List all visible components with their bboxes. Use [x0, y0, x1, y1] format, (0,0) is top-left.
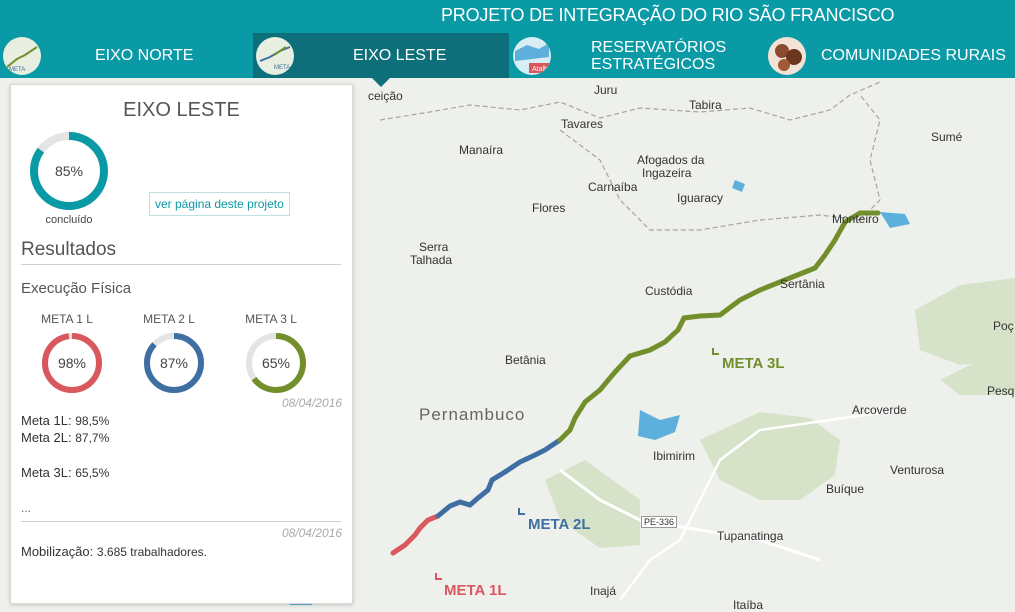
map-label-carnaiba: Carnaíba: [588, 180, 638, 194]
map-label-tavares: Tavares: [561, 117, 604, 131]
map-label-tabira: Tabira: [689, 98, 722, 112]
map-label-afogados-1: Afogados da: [637, 153, 705, 167]
header-bar: PROJETO DE INTEGRAÇÃO DO RIO SÃO FRANCIS…: [0, 0, 1015, 34]
map-label-arcoverde: Arcoverde: [852, 403, 907, 417]
results-heading: Resultados: [21, 239, 117, 260]
panel-title: EIXO LESTE: [123, 99, 240, 121]
tab-eixo-norte[interactable]: META EIXO NORTE: [0, 33, 253, 78]
mobilization-label: Mobilização:: [21, 544, 94, 559]
meta-1l-label: META 1 L: [41, 312, 93, 326]
meta-2l-percent: 87%: [159, 355, 189, 371]
tab-eixo-leste[interactable]: META EIXO LESTE: [253, 33, 509, 78]
map-label-conceicao: ceição: [368, 89, 403, 103]
map-label-meta2l[interactable]: META 2L: [528, 516, 591, 533]
map-label-itaiba: Itaíba: [733, 598, 764, 612]
map-label-sume: Sumé: [931, 130, 963, 144]
meta-3l-label: META 3 L: [245, 312, 297, 326]
map-label-serra-1: Serra: [419, 240, 449, 254]
thumb-text: Atalh: [532, 66, 548, 73]
eixo-norte-thumbnail: META: [3, 37, 41, 75]
map-label-sertania: Sertânia: [780, 277, 825, 291]
project-info-panel: EIXO LESTE 85% concluído ver página dest…: [10, 84, 353, 604]
map-label-meta3l[interactable]: META 3L: [722, 355, 785, 372]
tab-reservatorios[interactable]: Atalh RESERVATÓRIOS ESTRATÉGICOS: [509, 33, 765, 78]
meta-line-label: Meta 1L:: [21, 413, 72, 428]
tab-comunidades-rurais-label: COMUNIDADES RURAIS: [821, 46, 1006, 64]
comunidades-rurais-thumbnail: [768, 37, 806, 75]
meta-line-1: Meta 1L: 98,5%: [21, 413, 109, 428]
mobilization-line: Mobilização: 3.685 trabalhadores.: [21, 544, 207, 559]
physical-execution-heading: Execução Física: [21, 280, 132, 297]
meta-3l-percent: 65%: [261, 355, 291, 371]
meta-line-value: 98,5%: [75, 414, 110, 428]
map-label-tupanatinga: Tupanatinga: [717, 529, 784, 543]
overall-percent: 85%: [54, 163, 84, 179]
meta-line-value: 87,7%: [75, 431, 110, 445]
map-label-juru: Juru: [594, 83, 618, 97]
map-label-monteiro: Monteiro: [832, 212, 879, 226]
map-label-iguaracy: Iguaracy: [677, 191, 724, 205]
meta-1l-percent: 98%: [57, 355, 87, 371]
map-label-serra-2: Talhada: [410, 253, 453, 267]
map-label-meta1l[interactable]: META 1L: [444, 582, 507, 599]
tab-eixo-leste-label: EIXO LESTE: [353, 46, 447, 64]
map-label-poc: Poç: [993, 319, 1014, 333]
reservatorios-thumbnail: Atalh: [513, 37, 551, 75]
update-date: 08/04/2016: [281, 396, 342, 410]
page-title: PROJETO DE INTEGRAÇÃO DO RIO SÃO FRANCIS…: [441, 5, 895, 25]
tab-reservatorios-label-line1: RESERVATÓRIOS: [591, 39, 727, 56]
eixo-leste-thumbnail: META: [256, 37, 294, 75]
tab-reservatorios-label-line2: ESTRATÉGICOS: [591, 56, 716, 73]
map-label-afogados-2: Ingazeira: [642, 166, 692, 180]
map-label-venturosa: Venturosa: [890, 463, 945, 477]
meta-line-3: Meta 3L: 65,5%: [21, 465, 109, 480]
ellipsis: ...: [21, 501, 32, 515]
thumb-text: META: [9, 67, 25, 73]
divider: [21, 264, 341, 265]
meta-line-label: Meta 3L:: [21, 465, 72, 480]
map-label-inaja: Inajá: [590, 584, 617, 598]
map-label-ibimirim: Ibimirim: [653, 449, 695, 463]
map-label-manaira: Manaíra: [459, 143, 504, 157]
road-shield-pe336: PE-336: [641, 516, 678, 528]
main-nav: META EIXO NORTE META EIXO LESTE Atalh RE…: [0, 33, 1015, 78]
overall-caption: concluído: [45, 214, 93, 226]
meta-line-value: 65,5%: [75, 466, 110, 480]
meta-line-2: Meta 2L: 87,7%: [21, 430, 109, 445]
map-label-custodia: Custódia: [645, 284, 693, 298]
map-label-betania: Betânia: [505, 353, 546, 367]
meta-line-label: Meta 2L:: [21, 430, 72, 445]
tab-reservatorios-label: RESERVATÓRIOS ESTRATÉGICOS: [591, 39, 727, 73]
map-label-flores: Flores: [532, 201, 566, 215]
project-page-link[interactable]: ver página deste projeto: [149, 192, 290, 216]
tab-comunidades-rurais[interactable]: COMUNIDADES RURAIS: [765, 33, 1015, 78]
meta-2l-label: META 2 L: [143, 312, 195, 326]
divider: [21, 521, 341, 522]
thumb-text: META: [274, 65, 290, 71]
map-label-pesqu: Pesqu: [987, 384, 1015, 398]
mobilization-value: 3.685 trabalhadores.: [96, 545, 207, 559]
map-label-pernambuco: Pernambuco: [419, 405, 526, 424]
map-label-buique: Buíque: [826, 482, 865, 496]
active-tab-pointer: [372, 78, 390, 87]
update-date: 08/04/2016: [281, 526, 342, 540]
tab-eixo-norte-label: EIXO NORTE: [95, 46, 194, 64]
